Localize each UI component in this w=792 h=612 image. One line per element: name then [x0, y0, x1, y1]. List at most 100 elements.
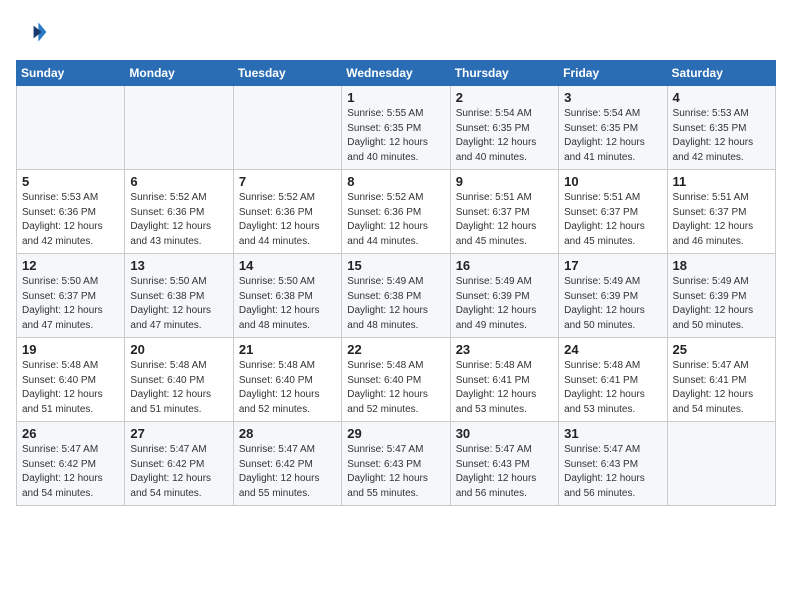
day-info: Sunrise: 5:53 AM Sunset: 6:35 PM Dayligh… [673, 107, 770, 165]
day-number: 22 [347, 342, 444, 357]
day-info: Sunrise: 5:52 AM Sunset: 6:36 PM Dayligh… [347, 191, 444, 249]
logo-icon [16, 16, 48, 48]
day-number: 24 [564, 342, 661, 357]
calendar-cell: 21 Sunrise: 5:48 AM Sunset: 6:40 PM Dayli… [233, 338, 341, 422]
calendar-cell: 5 Sunrise: 5:53 AM Sunset: 6:36 PM Daylig… [17, 170, 125, 254]
day-number: 29 [347, 426, 444, 441]
calendar-cell: 28Sunrise: 5:47 AM Sunset: 6:42 PM Dayli… [233, 422, 341, 506]
calendar-cell: 9Sunrise: 5:51 AM Sunset: 6:37 PM Daylig… [450, 170, 558, 254]
calendar-cell: 24 Sunrise: 5:48 AM Sunset: 6:41 PM Dayli… [559, 338, 667, 422]
day-number: 18 [673, 258, 770, 273]
weekday-header-saturday: Saturday [667, 61, 775, 86]
day-info: Sunrise: 5:51 AM Sunset: 6:37 PM Dayligh… [673, 191, 770, 249]
calendar-cell: 4 Sunrise: 5:53 AM Sunset: 6:35 PM Daylig… [667, 86, 775, 170]
calendar-cell [667, 422, 775, 506]
day-number: 3 [564, 90, 661, 105]
day-info: Sunrise: 5:47 AM Sunset: 6:41 PM Dayligh… [673, 359, 770, 417]
calendar-cell: 7 Sunrise: 5:52 AM Sunset: 6:36 PM Daylig… [233, 170, 341, 254]
calendar-cell [17, 86, 125, 170]
day-info: Sunrise: 5:51 AM Sunset: 6:37 PM Dayligh… [456, 191, 553, 249]
calendar-table: SundayMondayTuesdayWednesdayThursdayFrid… [16, 60, 776, 506]
day-number: 2 [456, 90, 553, 105]
day-number: 1 [347, 90, 444, 105]
day-number: 28 [239, 426, 336, 441]
day-number: 11 [673, 174, 770, 189]
calendar-cell: 16Sunrise: 5:49 AM Sunset: 6:39 PM Dayli… [450, 254, 558, 338]
day-number: 13 [130, 258, 227, 273]
calendar-cell [125, 86, 233, 170]
calendar-cell: 27Sunrise: 5:47 AM Sunset: 6:42 PM Dayli… [125, 422, 233, 506]
day-number: 25 [673, 342, 770, 357]
day-number: 4 [673, 90, 770, 105]
day-number: 10 [564, 174, 661, 189]
weekday-header-monday: Monday [125, 61, 233, 86]
day-info: Sunrise: 5:54 AM Sunset: 6:35 PM Dayligh… [456, 107, 553, 165]
weekday-header-friday: Friday [559, 61, 667, 86]
calendar-cell: 14 Sunrise: 5:50 AM Sunset: 6:38 PM Dayli… [233, 254, 341, 338]
day-number: 30 [456, 426, 553, 441]
day-number: 6 [130, 174, 227, 189]
day-info: Sunrise: 5:48 AM Sunset: 6:41 PM Dayligh… [456, 359, 553, 417]
day-info: Sunrise: 5:50 AM Sunset: 6:38 PM Dayligh… [239, 275, 336, 333]
calendar-cell: 25 Sunrise: 5:47 AM Sunset: 6:41 PM Dayli… [667, 338, 775, 422]
calendar-cell: 19 Sunrise: 5:48 AM Sunset: 6:40 PM Dayli… [17, 338, 125, 422]
week-row-1: 1Sunrise: 5:55 AM Sunset: 6:35 PM Daylig… [17, 86, 776, 170]
week-row-2: 5 Sunrise: 5:53 AM Sunset: 6:36 PM Daylig… [17, 170, 776, 254]
day-number: 20 [130, 342, 227, 357]
day-info: Sunrise: 5:53 AM Sunset: 6:36 PM Dayligh… [22, 191, 119, 249]
calendar-cell [233, 86, 341, 170]
day-number: 14 [239, 258, 336, 273]
day-info: Sunrise: 5:48 AM Sunset: 6:40 PM Dayligh… [22, 359, 119, 417]
calendar-cell: 30 Sunrise: 5:47 AM Sunset: 6:43 PM Dayli… [450, 422, 558, 506]
calendar-cell: 26 Sunrise: 5:47 AM Sunset: 6:42 PM Dayli… [17, 422, 125, 506]
day-number: 23 [456, 342, 553, 357]
calendar-cell: 3 Sunrise: 5:54 AM Sunset: 6:35 PM Daylig… [559, 86, 667, 170]
calendar-cell: 17 Sunrise: 5:49 AM Sunset: 6:39 PM Dayli… [559, 254, 667, 338]
day-number: 26 [22, 426, 119, 441]
week-row-5: 26 Sunrise: 5:47 AM Sunset: 6:42 PM Dayli… [17, 422, 776, 506]
day-info: Sunrise: 5:47 AM Sunset: 6:42 PM Dayligh… [22, 443, 119, 501]
day-info: Sunrise: 5:48 AM Sunset: 6:40 PM Dayligh… [347, 359, 444, 417]
day-number: 5 [22, 174, 119, 189]
calendar-cell: 29 Sunrise: 5:47 AM Sunset: 6:43 PM Dayli… [342, 422, 450, 506]
calendar-cell: 2 Sunrise: 5:54 AM Sunset: 6:35 PM Daylig… [450, 86, 558, 170]
calendar-cell: 23 Sunrise: 5:48 AM Sunset: 6:41 PM Dayli… [450, 338, 558, 422]
weekday-header-row: SundayMondayTuesdayWednesdayThursdayFrid… [17, 61, 776, 86]
day-info: Sunrise: 5:49 AM Sunset: 6:39 PM Dayligh… [564, 275, 661, 333]
calendar-cell: 1Sunrise: 5:55 AM Sunset: 6:35 PM Daylig… [342, 86, 450, 170]
weekday-header-wednesday: Wednesday [342, 61, 450, 86]
weekday-header-tuesday: Tuesday [233, 61, 341, 86]
day-number: 8 [347, 174, 444, 189]
day-info: Sunrise: 5:47 AM Sunset: 6:42 PM Dayligh… [130, 443, 227, 501]
page-header [16, 16, 776, 48]
day-number: 31 [564, 426, 661, 441]
logo [16, 16, 52, 48]
calendar-cell: 6Sunrise: 5:52 AM Sunset: 6:36 PM Daylig… [125, 170, 233, 254]
day-info: Sunrise: 5:47 AM Sunset: 6:43 PM Dayligh… [456, 443, 553, 501]
day-info: Sunrise: 5:52 AM Sunset: 6:36 PM Dayligh… [239, 191, 336, 249]
day-number: 17 [564, 258, 661, 273]
day-info: Sunrise: 5:50 AM Sunset: 6:38 PM Dayligh… [130, 275, 227, 333]
calendar-cell: 11 Sunrise: 5:51 AM Sunset: 6:37 PM Dayli… [667, 170, 775, 254]
day-info: Sunrise: 5:51 AM Sunset: 6:37 PM Dayligh… [564, 191, 661, 249]
week-row-3: 12 Sunrise: 5:50 AM Sunset: 6:37 PM Dayli… [17, 254, 776, 338]
day-number: 19 [22, 342, 119, 357]
day-info: Sunrise: 5:54 AM Sunset: 6:35 PM Dayligh… [564, 107, 661, 165]
day-number: 15 [347, 258, 444, 273]
calendar-cell: 15 Sunrise: 5:49 AM Sunset: 6:38 PM Dayli… [342, 254, 450, 338]
day-info: Sunrise: 5:48 AM Sunset: 6:40 PM Dayligh… [130, 359, 227, 417]
day-info: Sunrise: 5:48 AM Sunset: 6:40 PM Dayligh… [239, 359, 336, 417]
day-number: 12 [22, 258, 119, 273]
calendar-body: 1Sunrise: 5:55 AM Sunset: 6:35 PM Daylig… [17, 86, 776, 506]
day-info: Sunrise: 5:49 AM Sunset: 6:38 PM Dayligh… [347, 275, 444, 333]
day-info: Sunrise: 5:50 AM Sunset: 6:37 PM Dayligh… [22, 275, 119, 333]
day-number: 7 [239, 174, 336, 189]
day-info: Sunrise: 5:48 AM Sunset: 6:41 PM Dayligh… [564, 359, 661, 417]
day-info: Sunrise: 5:47 AM Sunset: 6:43 PM Dayligh… [347, 443, 444, 501]
day-info: Sunrise: 5:49 AM Sunset: 6:39 PM Dayligh… [456, 275, 553, 333]
calendar-cell: 20 Sunrise: 5:48 AM Sunset: 6:40 PM Dayli… [125, 338, 233, 422]
day-info: Sunrise: 5:49 AM Sunset: 6:39 PM Dayligh… [673, 275, 770, 333]
calendar-cell: 8 Sunrise: 5:52 AM Sunset: 6:36 PM Daylig… [342, 170, 450, 254]
weekday-header-thursday: Thursday [450, 61, 558, 86]
day-number: 21 [239, 342, 336, 357]
